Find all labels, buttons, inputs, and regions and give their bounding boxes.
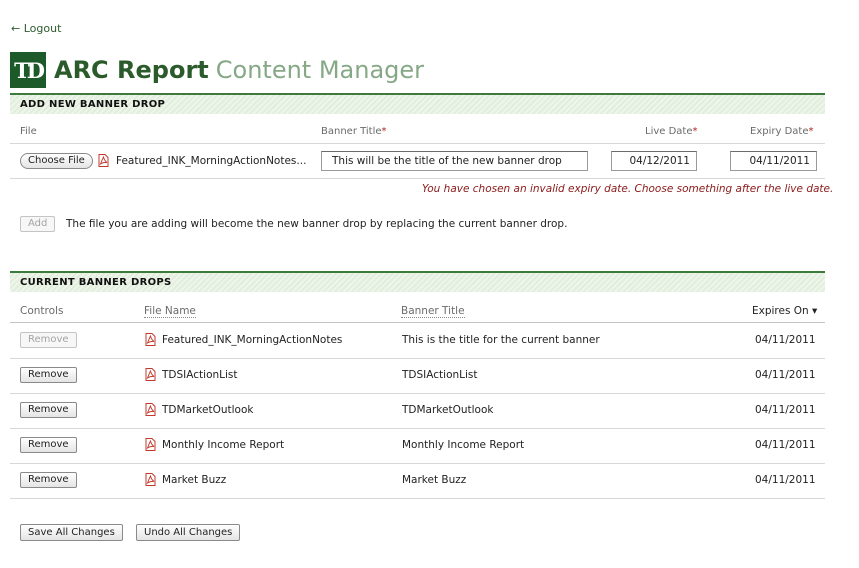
divider (10, 358, 825, 359)
row-expires-on: 04/11/2011 (755, 334, 816, 346)
row-expires-on: 04/11/2011 (755, 439, 816, 451)
add-section-heading: ADD NEW BANNER DROP (10, 93, 825, 114)
divider (10, 428, 825, 429)
divider (10, 143, 825, 144)
logout-link[interactable]: ← Logout (11, 22, 61, 35)
row-banner-title: TDMarketOutlook (402, 404, 494, 416)
row-banner-title: Market Buzz (402, 474, 467, 486)
row-file-name: TDSIActionList (162, 369, 238, 381)
remove-button[interactable]: Remove (20, 332, 77, 348)
row-expires-on: 04/11/2011 (755, 474, 816, 486)
divider (10, 498, 825, 499)
row-banner-title: This is the title for the current banner (402, 334, 600, 346)
file-name-column-header[interactable]: File Name (144, 305, 196, 318)
add-note: The file you are adding will become the … (66, 218, 568, 230)
divider (10, 178, 825, 179)
brand-header: TD ARC Report Content Manager (10, 52, 424, 88)
row-file-name: TDMarketOutlook (162, 404, 254, 416)
pdf-icon (145, 438, 156, 451)
banner-title-input[interactable] (321, 151, 588, 171)
divider (10, 322, 825, 323)
row-expires-on: 04/11/2011 (755, 404, 816, 416)
expiry-date-label: Expiry Date* (750, 126, 814, 137)
expires-on-column-header[interactable]: Expires On ▾ (752, 305, 817, 317)
pdf-icon (145, 333, 156, 346)
remove-button[interactable]: Remove (20, 402, 77, 418)
controls-column-header: Controls (20, 305, 64, 317)
undo-all-changes-button[interactable]: Undo All Changes (136, 524, 241, 541)
app-title: ARC Report (54, 56, 209, 84)
expiry-error-message: You have chosen an invalid expiry date. … (422, 183, 834, 195)
banner-title-column-header[interactable]: Banner Title (401, 305, 465, 318)
pdf-icon (98, 154, 109, 167)
remove-button[interactable]: Remove (20, 367, 77, 383)
live-date-input[interactable] (611, 151, 697, 171)
divider (10, 463, 825, 464)
remove-button[interactable]: Remove (20, 437, 77, 453)
row-file-name: Featured_INK_MorningActionNotes (162, 334, 343, 346)
current-section-heading: CURRENT BANNER DROPS (10, 271, 825, 292)
row-banner-title: TDSIActionList (402, 369, 478, 381)
expiry-date-input[interactable] (730, 151, 817, 171)
banner-title-label: Banner Title* (321, 126, 387, 137)
remove-button[interactable]: Remove (20, 472, 77, 488)
pdf-icon (145, 403, 156, 416)
divider (10, 393, 825, 394)
app-subtitle: Content Manager (215, 56, 425, 84)
file-label: File (20, 126, 37, 137)
td-logo: TD (10, 52, 46, 88)
add-button[interactable]: Add (20, 216, 56, 232)
choose-file-button[interactable]: Choose File (20, 153, 93, 169)
row-file-name: Market Buzz (162, 474, 227, 486)
pdf-icon (145, 368, 156, 381)
row-banner-title: Monthly Income Report (402, 439, 525, 451)
save-all-changes-button[interactable]: Save All Changes (20, 524, 123, 541)
chosen-file-name: Featured_INK_MorningActionNotes... (116, 155, 307, 167)
row-expires-on: 04/11/2011 (755, 369, 816, 381)
row-file-name: Monthly Income Report (162, 439, 285, 451)
live-date-label: Live Date* (645, 126, 698, 137)
pdf-icon (145, 473, 156, 486)
